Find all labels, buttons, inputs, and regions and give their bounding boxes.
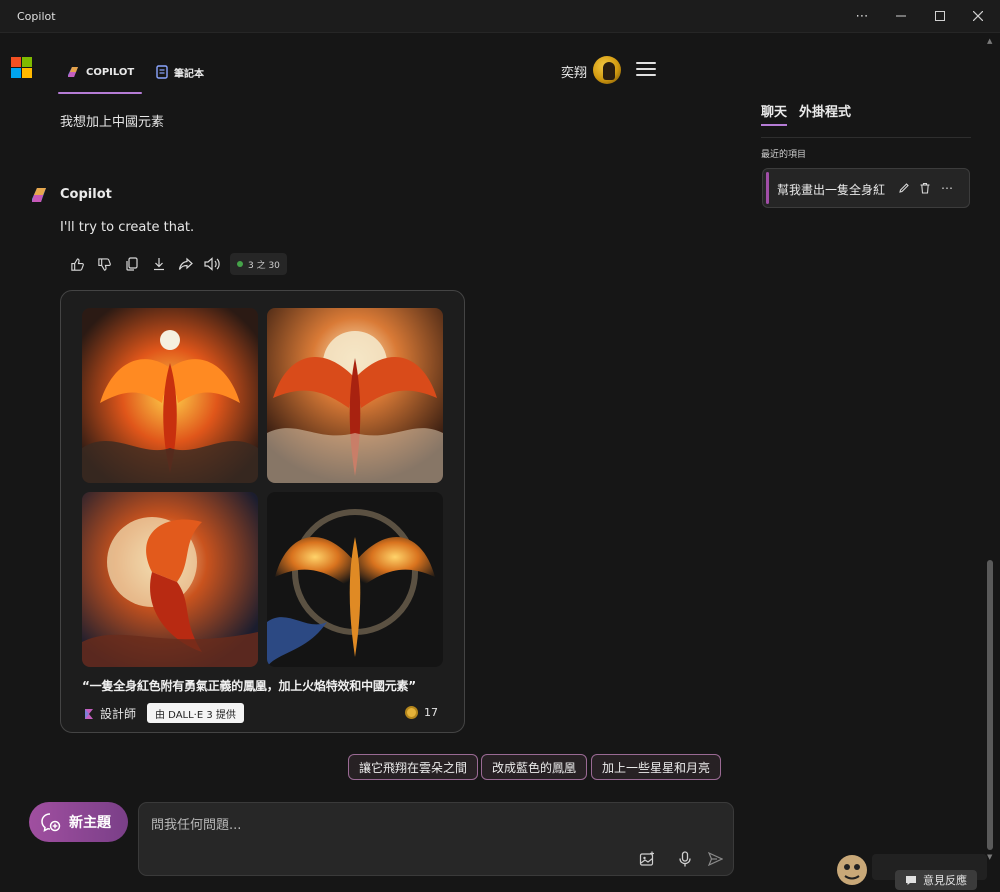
bot-name: Copilot (60, 187, 112, 202)
suggestion-chip[interactable]: 改成藍色的鳳凰 (481, 754, 588, 780)
generated-image-1[interactable] (82, 308, 258, 483)
maximize-button[interactable] (923, 4, 957, 28)
hamburger-icon (636, 62, 656, 64)
thumbs-up-icon (71, 257, 84, 271)
tab-notebook[interactable]: 筆記本 (156, 58, 204, 86)
new-topic-button[interactable]: 新主題 (29, 802, 128, 842)
phoenix-image-2 (267, 308, 443, 483)
download-button[interactable] (145, 253, 172, 275)
send-button[interactable] (705, 849, 725, 869)
like-button[interactable] (64, 253, 91, 275)
chat-input[interactable] (151, 815, 621, 835)
generated-image-4[interactable] (267, 492, 443, 667)
designer-icon (85, 708, 93, 719)
delete-button[interactable] (918, 181, 932, 195)
new-chat-icon (41, 813, 61, 832)
notebook-icon (156, 65, 168, 79)
response-count-label: 3 之 30 (248, 260, 280, 271)
generated-image-3[interactable] (82, 492, 258, 667)
speaker-icon (204, 257, 220, 271)
designer-label: 設計師 (100, 707, 137, 721)
microphone-button[interactable] (675, 849, 695, 869)
scroll-up-icon[interactable]: ▲ (987, 37, 992, 45)
boost-coin-icon (405, 706, 418, 719)
more-options-button[interactable]: ⋯ (845, 4, 879, 28)
user-name[interactable]: 奕翔 (561, 62, 587, 81)
download-icon (153, 258, 164, 271)
phoenix-image-3 (82, 492, 258, 667)
thumbs-down-icon (98, 257, 111, 271)
feedback-label: 意見反應 (923, 874, 967, 887)
bot-message: I'll try to create that. (60, 220, 195, 235)
more-button[interactable]: ⋯ (940, 181, 954, 195)
share-icon (178, 257, 193, 270)
feedback-icon (906, 875, 916, 885)
copy-button[interactable] (118, 253, 145, 275)
boost-count: 17 (424, 706, 438, 719)
trash-icon (920, 182, 930, 194)
microsoft-logo-icon (11, 57, 32, 78)
user-message: 我想加上中國元素 (60, 115, 165, 130)
recent-items-title: 最近的項目 (761, 150, 807, 160)
dalle-badge-label: 由 DALL·E 3 提供 (155, 709, 236, 721)
image-result-card: “一隻全身紅色附有勇氣正義的鳳凰，加上火焰特效和中國元素” 設計師 由 DALL… (60, 290, 465, 733)
active-indicator (766, 172, 769, 204)
feedback-button[interactable]: 意見反應 (895, 870, 977, 890)
designer-link[interactable]: 設計師 (83, 705, 136, 722)
scrollbar-thumb[interactable] (987, 560, 993, 850)
close-button[interactable] (961, 4, 995, 28)
suggestion-chip[interactable]: 讓它飛翔在雲朵之間 (348, 754, 479, 780)
tab-notebook-label: 筆記本 (174, 68, 204, 80)
image-upload-button[interactable] (637, 849, 657, 869)
more-options-label: ⋯ (855, 8, 869, 24)
pencil-icon (899, 183, 909, 193)
minimize-icon (896, 15, 906, 17)
sidebar-tab-plugins[interactable]: 外掛程式 (799, 101, 851, 120)
send-icon (707, 852, 723, 866)
suggestion-label: 加上一些星星和月亮 (602, 760, 711, 775)
boost-counter: 17 (405, 706, 438, 719)
suggestion-label: 改成藍色的鳳凰 (492, 760, 577, 775)
sidebar-divider (761, 137, 971, 138)
image-prompt-caption: “一隻全身紅色附有勇氣正義的鳳凰，加上火焰特效和中國元素” (82, 679, 416, 693)
menu-button[interactable] (636, 62, 656, 76)
recent-item[interactable]: 幫我畫出一隻全身紅 ⋯ (762, 168, 970, 208)
dislike-button[interactable] (91, 253, 118, 275)
tab-copilot[interactable]: COPILOT (57, 58, 143, 94)
composer (138, 802, 734, 876)
image-add-icon (639, 851, 654, 866)
close-icon (973, 11, 983, 21)
response-count-badge: 3 之 30 (230, 253, 287, 275)
copy-icon (125, 257, 138, 271)
phoenix-image-1 (82, 308, 258, 483)
copilot-avatar-icon (32, 188, 46, 202)
minimize-button[interactable] (884, 4, 918, 28)
window-title: Copilot (17, 10, 56, 23)
status-dot-icon (237, 261, 243, 267)
rename-button[interactable] (897, 181, 911, 195)
tab-copilot-label: COPILOT (86, 66, 135, 78)
dalle-badge: 由 DALL·E 3 提供 (147, 703, 244, 723)
phoenix-image-4 (267, 492, 443, 667)
more-icon: ⋯ (941, 181, 953, 195)
copilot-icon (68, 67, 78, 77)
microphone-icon (679, 851, 691, 867)
generated-image-2[interactable] (267, 308, 443, 483)
response-actions: 3 之 30 (64, 253, 287, 275)
suggestion-chip[interactable]: 加上一些星星和月亮 (591, 754, 722, 780)
share-button[interactable] (172, 253, 199, 275)
maximize-icon (935, 11, 945, 21)
read-aloud-button[interactable] (199, 253, 226, 275)
suggestion-label: 讓它飛翔在雲朵之間 (359, 760, 468, 775)
recent-item-label: 幫我畫出一隻全身紅 (777, 183, 885, 197)
new-topic-label: 新主題 (69, 815, 111, 831)
sidebar-tab-chat[interactable]: 聊天 (761, 101, 788, 126)
avatar[interactable] (593, 56, 621, 84)
title-bar: Copilot ⋯ (0, 0, 1000, 33)
